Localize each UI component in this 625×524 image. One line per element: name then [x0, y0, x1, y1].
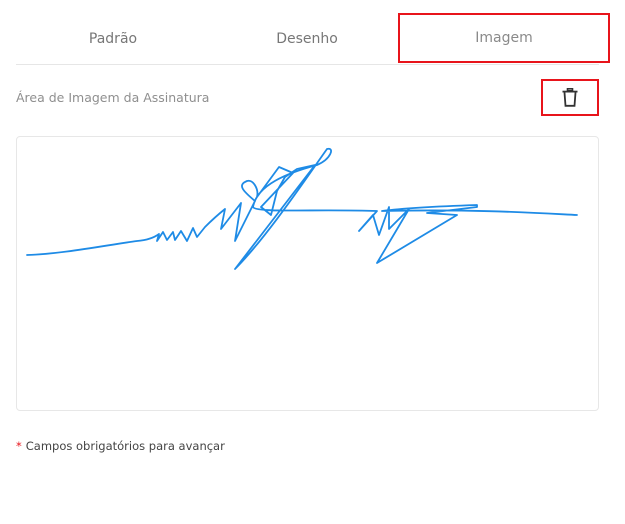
signature-image [26, 147, 578, 270]
required-text: Campos obrigatórios para avançar [25, 439, 225, 453]
tab-imagem-label: Imagem [475, 30, 533, 46]
tab-padrao-label: Padrão [88, 30, 138, 47]
required-star: * [16, 439, 22, 453]
signature-image-area[interactable] [16, 136, 599, 411]
tab-imagem[interactable]: Imagem [398, 13, 610, 63]
signature-area-label: Área de Imagem da Assinatura [16, 90, 210, 105]
tab-desenho-label: Desenho [276, 30, 338, 47]
signature-tabs: Padrão Desenho Imagem [16, 12, 610, 65]
trash-icon [562, 88, 578, 107]
tab-desenho[interactable]: Desenho [210, 12, 404, 65]
delete-signature-button[interactable] [541, 79, 599, 116]
required-fields-note: * Campos obrigatórios para avançar [16, 439, 225, 453]
tab-padrao[interactable]: Padrão [16, 12, 210, 65]
